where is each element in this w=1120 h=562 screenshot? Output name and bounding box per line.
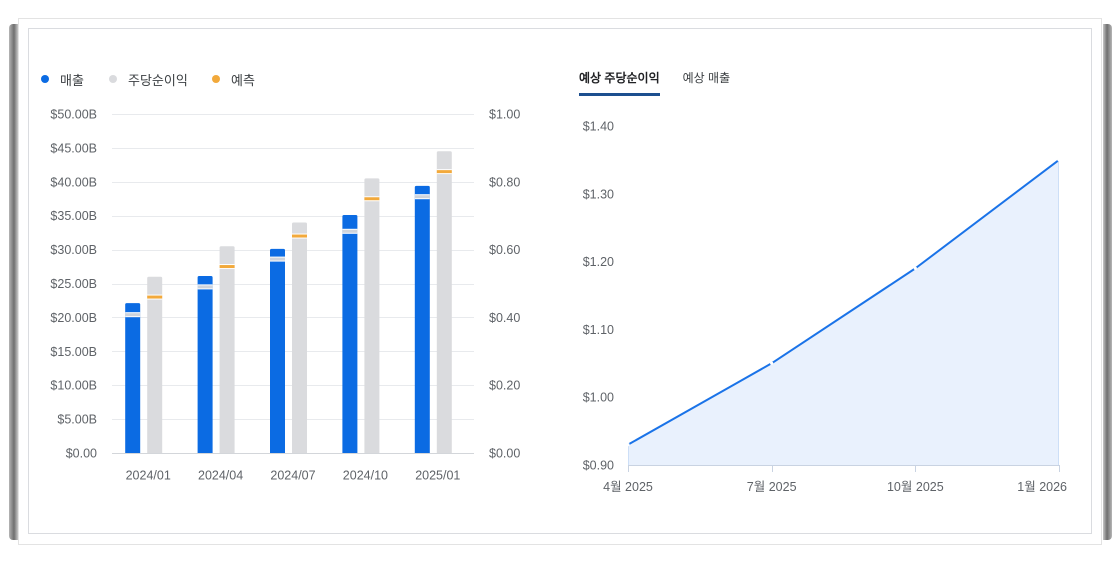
- revenue-bar[interactable]: [197, 276, 213, 453]
- legend-item-revenue: 매출: [41, 71, 84, 88]
- revenue-bar[interactable]: [125, 303, 141, 453]
- forecast-y-tick-label: $0.90: [583, 459, 614, 473]
- forecast-y-tick-label: $1.10: [583, 323, 614, 337]
- eps-estimate-marker: [436, 170, 452, 174]
- revenue-estimate-marker: [197, 285, 213, 289]
- tab-forecast-revenue[interactable]: 예상 매출: [683, 70, 731, 96]
- forecast-y-tick-label: $1.30: [583, 187, 614, 201]
- eps-estimate-marker: [147, 295, 163, 299]
- left-axis-tick-label: $30.00B: [50, 243, 97, 257]
- forecast-tabs: 예상 주당순이익 예상 매출: [579, 70, 730, 96]
- left-axis-tick-label: $40.00B: [50, 175, 97, 189]
- forecast-point[interactable]: [913, 266, 917, 270]
- left-axis-tick-label: $25.00B: [50, 277, 97, 291]
- x-axis-label: 2024/10: [343, 469, 388, 483]
- right-axis-tick-label: $1.00: [489, 108, 520, 122]
- right-axis-tick-label: $0.80: [489, 175, 520, 189]
- right-axis-tick-label: $0.60: [489, 243, 520, 257]
- right-axis-tick-label: $0.20: [489, 379, 520, 393]
- legend-item-estimate: 예측: [212, 71, 255, 88]
- left-axis-tick-label: $20.00B: [50, 311, 97, 325]
- left-axis-tick-label: $10.00B: [50, 379, 97, 393]
- forecast-point[interactable]: [1057, 158, 1061, 162]
- eps-bar[interactable]: [147, 276, 163, 453]
- revenue-bar[interactable]: [270, 248, 285, 453]
- revenue-bar[interactable]: [414, 185, 430, 454]
- eps-bar[interactable]: [436, 151, 452, 454]
- left-axis-tick-label: $35.00B: [50, 209, 97, 223]
- revenue-bar[interactable]: [342, 215, 358, 453]
- x-axis-label: 2024/01: [126, 469, 171, 483]
- legend-item-eps: 주당순이익: [109, 71, 188, 88]
- right-axis-tick-label: $0.00: [489, 447, 520, 461]
- page-shadow-right: [1103, 24, 1112, 540]
- left-axis-tick-label: $50.00B: [50, 108, 97, 122]
- revenue-estimate-marker: [414, 195, 430, 199]
- legend-dot-eps: [109, 75, 117, 83]
- forecast-point[interactable]: [770, 361, 774, 365]
- revenue-eps-bar-chart: $0.00 $5.00B $10.00B $15.00B $20.00B $25.00B $…: [50, 108, 520, 483]
- legend-label-eps: 주당순이익: [128, 72, 188, 88]
- eps-bar[interactable]: [219, 246, 235, 453]
- eps-estimate-marker: [364, 197, 380, 201]
- forecast-y-tick-label: $1.40: [583, 120, 614, 134]
- tab-forecast-eps[interactable]: 예상 주당순이익: [579, 70, 660, 96]
- eps-estimate-marker: [292, 234, 307, 238]
- right-axis-tick-label: $0.40: [489, 311, 520, 325]
- x-axis-label: 2025/01: [415, 469, 460, 483]
- left-axis-tick-label: $5.00B: [57, 413, 97, 427]
- forecast-x-axis-label: 7월 2025: [747, 480, 797, 494]
- left-axis-tick-label: $45.00B: [50, 141, 97, 155]
- forecast-x-axis-label: 10월 2025: [887, 480, 944, 494]
- forecast-point[interactable]: [626, 443, 630, 447]
- forecast-y-tick-label: $1.20: [583, 255, 614, 269]
- left-axis-tick-label: $0.00: [66, 447, 97, 461]
- forecast-x-axis-label: 4월 2025: [603, 480, 653, 494]
- eps-bar[interactable]: [292, 222, 307, 453]
- eps-estimate-marker: [219, 265, 235, 269]
- legend-dot-estimate: [212, 75, 220, 83]
- x-axis-label: 2024/07: [270, 469, 315, 483]
- revenue-estimate-marker: [125, 313, 141, 317]
- forecast-y-tick-label: $1.00: [583, 391, 614, 405]
- x-axis-label: 2024/04: [198, 469, 243, 483]
- revenue-estimate-marker: [342, 229, 358, 233]
- legend-dot-revenue: [41, 75, 49, 83]
- left-axis-tick-label: $15.00B: [50, 345, 97, 359]
- eps-bar[interactable]: [364, 178, 380, 453]
- revenue-estimate-marker: [270, 257, 285, 261]
- legend-label-revenue: 매출: [60, 72, 84, 88]
- forecast-x-axis-label: 1월 2026: [1017, 480, 1067, 494]
- forecast-area: [628, 159, 1059, 465]
- legend-label-estimate: 예측: [231, 72, 255, 88]
